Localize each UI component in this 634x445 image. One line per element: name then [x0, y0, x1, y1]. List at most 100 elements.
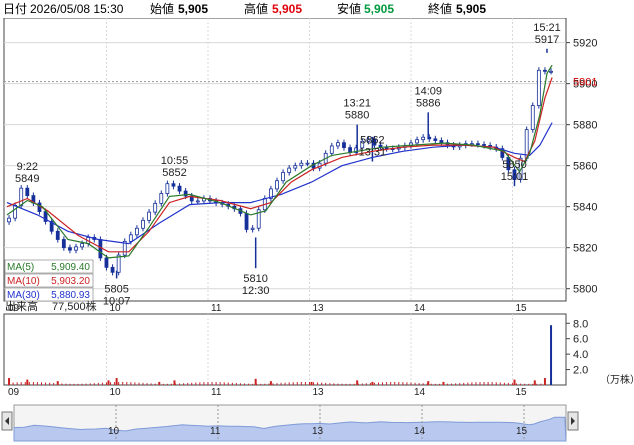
candle-body	[476, 143, 480, 146]
volume-tick-label: 4.0	[573, 349, 588, 361]
high-label: 高値	[244, 2, 269, 16]
navigator-label: 11	[210, 426, 221, 437]
candle-body	[530, 105, 535, 131]
volume-bar	[550, 325, 553, 385]
volume-bar	[533, 380, 536, 385]
quote-header: 日付 2026/05/08 15:30 始値 5,905 高値 5,905 安値…	[0, 0, 634, 18]
legend-value: 5,903.20	[51, 276, 90, 287]
volume-plot-frame	[3, 313, 567, 386]
annotation-value: 5917	[535, 34, 559, 46]
day-label: 11	[211, 303, 222, 314]
candle-body	[55, 230, 60, 240]
navigator-label: 13	[312, 426, 324, 437]
candle-body	[244, 213, 249, 230]
volume-day-label: 14	[414, 387, 426, 398]
candle-body	[293, 165, 298, 169]
volume-bar	[427, 381, 430, 385]
candle-body	[116, 254, 121, 273]
candle-body	[74, 246, 78, 251]
navigator-label: 15	[516, 426, 528, 437]
high-value: 5,905	[272, 2, 303, 16]
candle-body	[287, 167, 292, 173]
price-tick-label: 5880	[573, 120, 597, 132]
volume-bar	[115, 378, 118, 385]
price-tick-label: 5820	[573, 243, 597, 255]
current-price-label: 5901	[573, 77, 597, 89]
volume-bar	[513, 379, 516, 385]
candle-body	[335, 142, 340, 147]
candle-body	[177, 185, 182, 192]
candle-body	[275, 180, 279, 190]
candle-body	[427, 136, 432, 140]
navigator-label: 14	[414, 426, 426, 437]
annotation-value: 5810	[243, 273, 267, 285]
annotation-value: 5880	[345, 110, 369, 122]
volume-value: 77,500株	[52, 299, 97, 313]
annotation-time: 10:07	[103, 295, 131, 307]
day-label: 13	[313, 303, 325, 314]
annotation-value: 5862	[360, 135, 384, 147]
annotation-value: 5850	[502, 159, 526, 171]
price-tick-label: 5920	[573, 38, 597, 50]
candle-body	[305, 162, 310, 165]
legend-name: MA(30)	[7, 290, 40, 301]
legend-value: 5,909.40	[51, 262, 90, 273]
candle-body	[135, 227, 139, 236]
candle-body	[147, 211, 152, 221]
candle-body	[141, 219, 145, 229]
annotation-time: 13:21	[343, 98, 371, 110]
day-label: 14	[414, 303, 426, 314]
range-navigator[interactable]: 10 11 13 14 15	[0, 402, 634, 445]
volume-bar	[254, 378, 257, 385]
candle-body	[433, 138, 438, 141]
volume-day-label: 13	[313, 387, 325, 398]
low-value: 5,905	[364, 2, 395, 16]
candle-body	[98, 239, 103, 259]
annotation-time: 14:09	[414, 85, 442, 97]
price-tick-label: 5800	[573, 284, 597, 296]
navigator-label: 10	[108, 426, 120, 437]
date-value: 2026/05/08 15:30	[30, 2, 124, 16]
annotation-time: 10:55	[161, 155, 189, 167]
candle-body	[415, 139, 419, 144]
legend-value: 5,880.93	[51, 290, 90, 301]
open-value: 5,905	[178, 2, 209, 16]
candle-body	[549, 70, 553, 73]
annotation-time: 15:21	[533, 22, 561, 34]
candle-body	[13, 205, 18, 219]
annotation-time: 13:31	[359, 147, 387, 159]
volume-label: 出来高	[5, 299, 38, 313]
candle-body	[195, 200, 200, 203]
annotation-time: 15:01	[501, 171, 529, 183]
candle-body	[110, 266, 115, 273]
candle-body	[299, 162, 304, 167]
annotation-value: 5805	[104, 283, 128, 295]
volume-bar	[8, 378, 11, 385]
candle-body	[153, 202, 158, 213]
volume-day-label: 15	[516, 387, 528, 398]
candle-body	[281, 172, 285, 182]
close-label: 終値	[428, 2, 453, 16]
annotation-value: 5849	[15, 173, 39, 185]
candle-body	[165, 183, 170, 194]
price-tick-label: 5840	[573, 202, 597, 214]
price-chart: 5920590058805860584058205800090910101111…	[3, 18, 634, 398]
price-plot-frame	[3, 18, 567, 302]
candle-body	[37, 202, 42, 212]
volume-bar	[56, 381, 59, 385]
volume-bar	[173, 380, 176, 385]
volume-tick-label: 6.0	[573, 334, 588, 346]
candle-body	[171, 183, 176, 187]
candle-body	[104, 257, 109, 268]
candle-body	[439, 140, 444, 144]
volume-bar	[356, 380, 359, 385]
candle-body	[342, 142, 346, 149]
annotation-value: 5886	[416, 97, 440, 109]
candle-body	[536, 69, 541, 106]
date-label: 日付	[3, 2, 28, 16]
low-label: 安値	[337, 2, 362, 16]
candle-body	[543, 69, 547, 72]
candle-body	[159, 193, 164, 204]
day-label: 15	[516, 303, 528, 314]
candle-body	[329, 145, 334, 154]
